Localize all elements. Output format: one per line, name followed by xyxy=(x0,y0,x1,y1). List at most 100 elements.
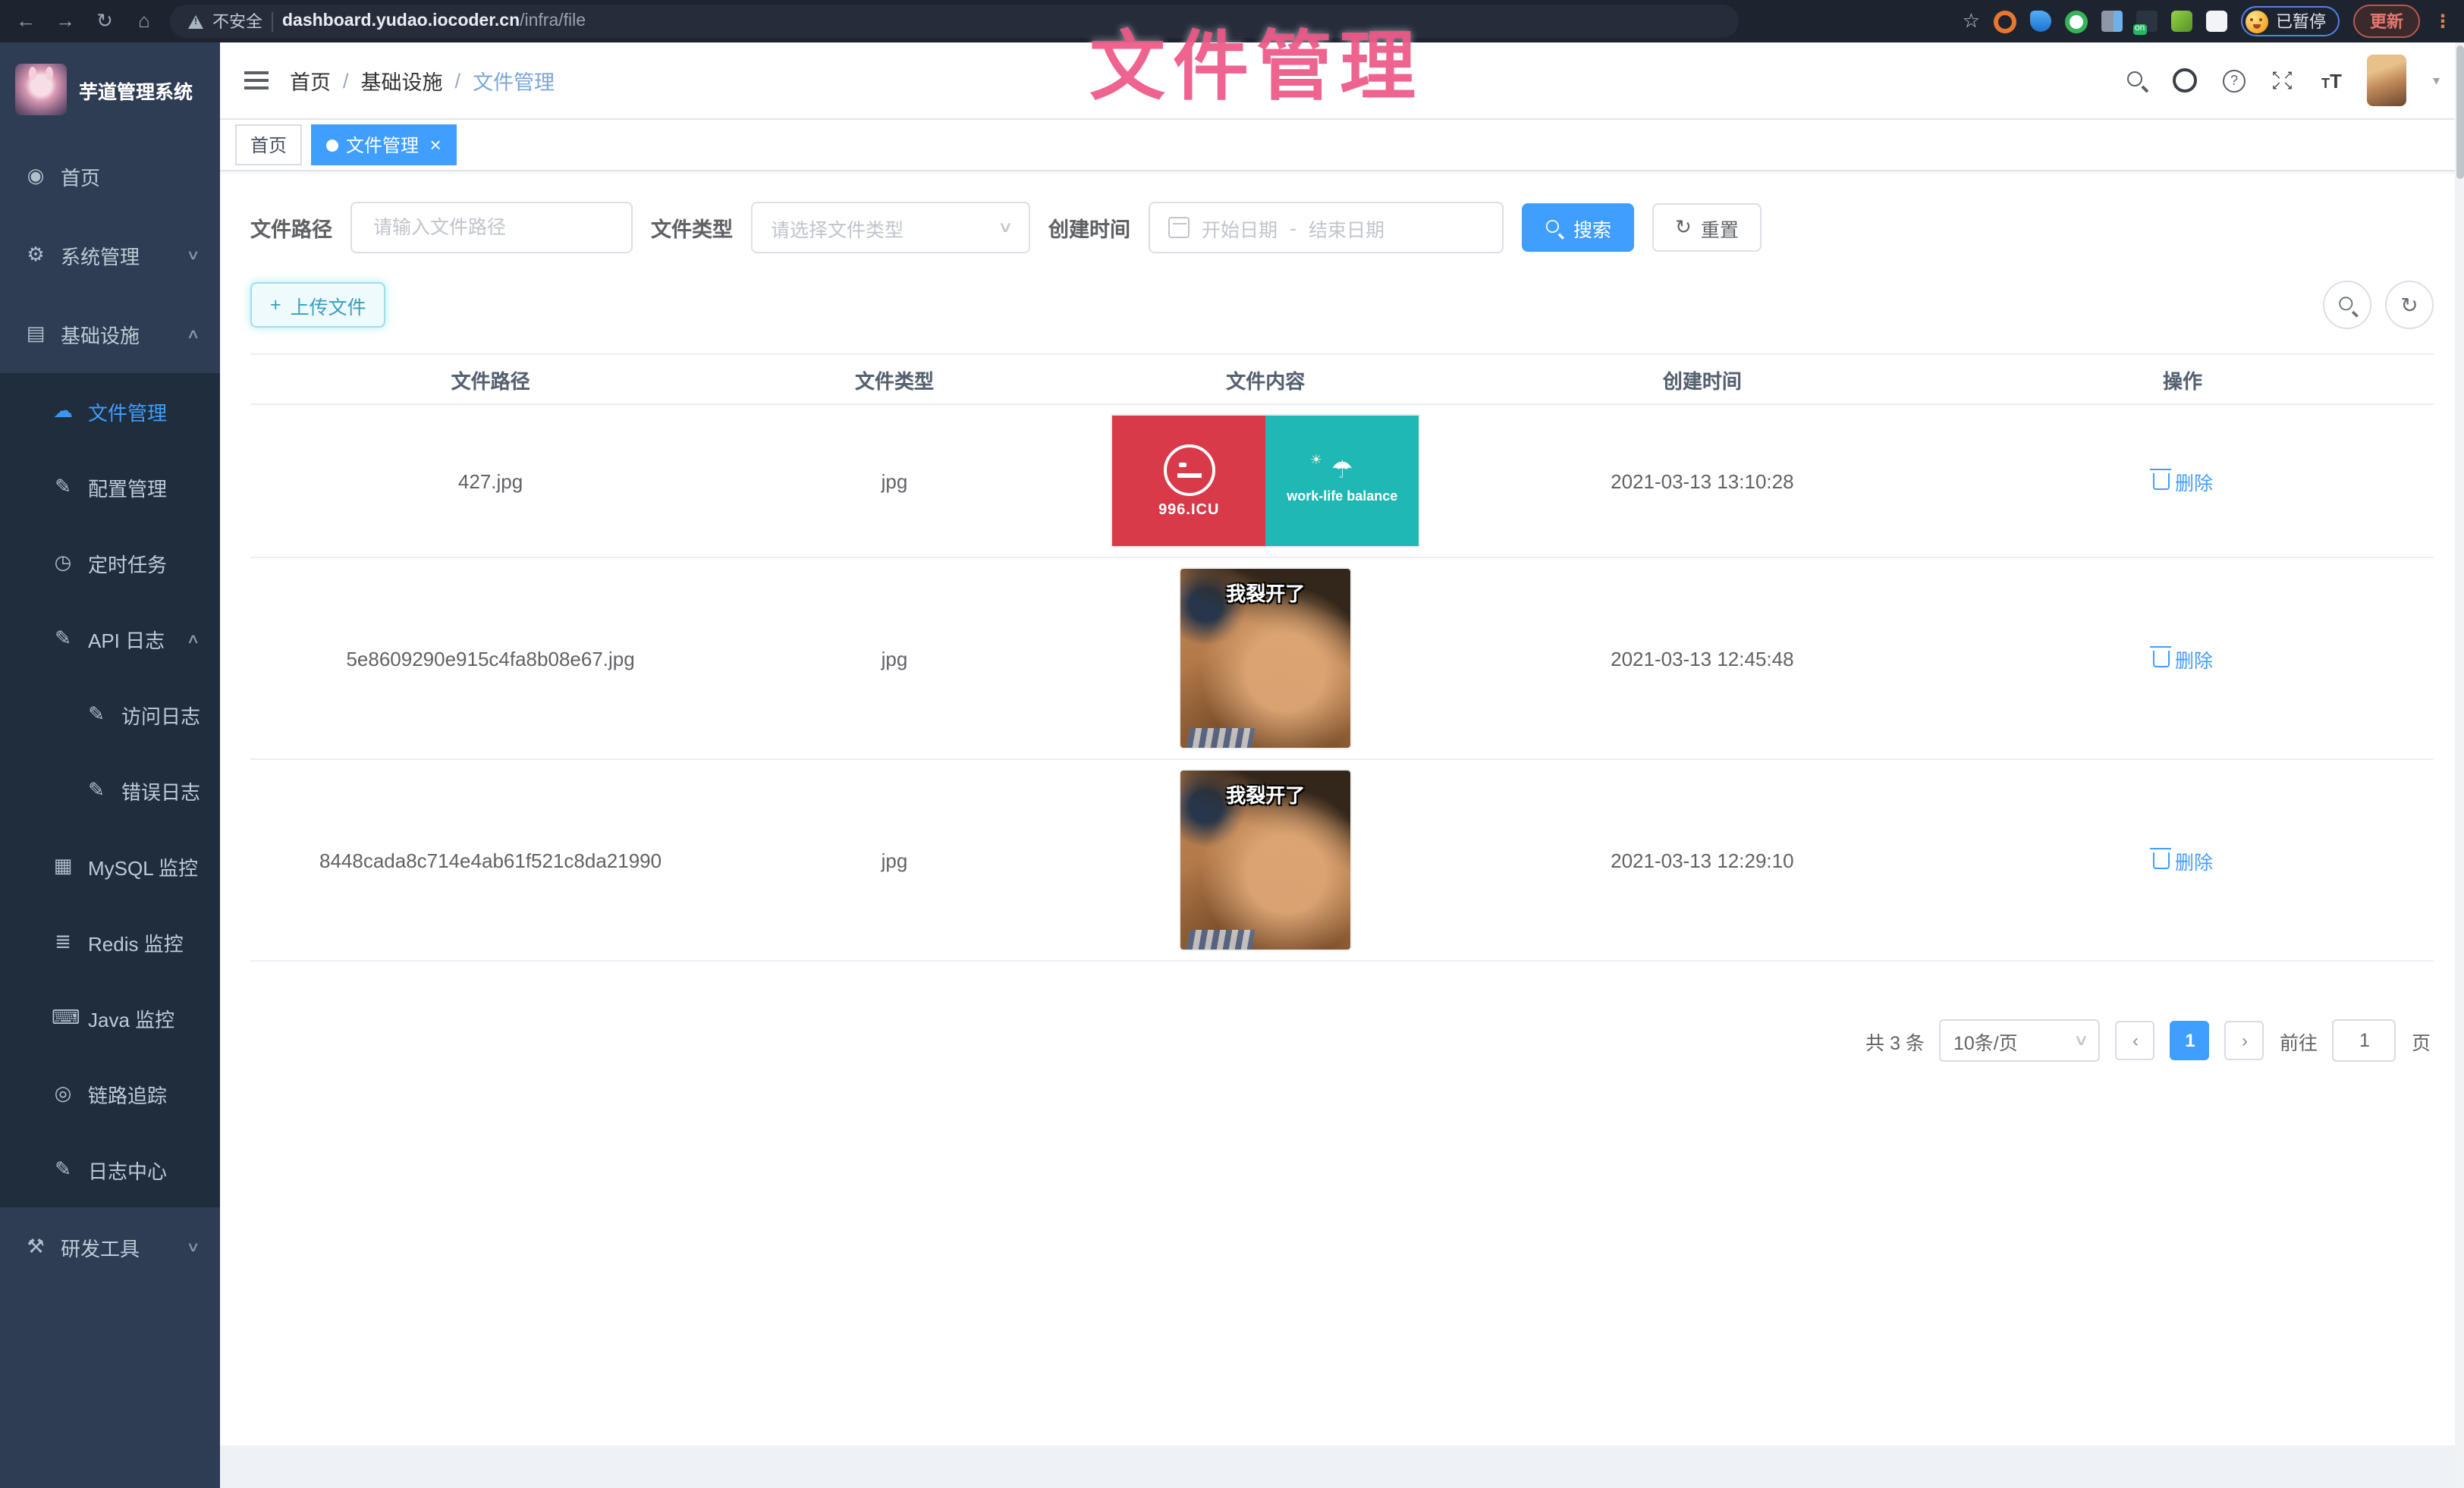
show-search-button[interactable] xyxy=(2323,281,2371,329)
sidebar-item-redis-monitor[interactable]: ≣Redis 监控 xyxy=(0,904,220,980)
screen: ← → ↻ ⌂ ! 不安全 dashboard.yudao.iocoder.cn… xyxy=(0,0,2464,1488)
col-file-type: 文件类型 xyxy=(731,354,1058,404)
view-tag[interactable]: 文件管理× xyxy=(311,124,456,165)
sidebar-menu: ◉首页⚙系统管理∨▤基础设施∧☁文件管理✎配置管理◷定时任务✎API 日志∧✎访… xyxy=(0,137,220,1488)
delete-label: 删除 xyxy=(2175,644,2213,673)
delete-button[interactable]: 删除 xyxy=(2152,466,2213,495)
browser-chrome: ← → ↻ ⌂ ! 不安全 dashboard.yudao.iocoder.cn… xyxy=(0,0,2464,42)
close-icon[interactable]: × xyxy=(429,135,441,155)
prev-page-button[interactable]: ‹ xyxy=(2116,1021,2155,1060)
sidebar-item-config-manage[interactable]: ✎配置管理 xyxy=(0,449,220,525)
calendar-icon xyxy=(1168,217,1190,238)
hamburger-icon[interactable] xyxy=(244,71,269,89)
col-create-time: 创建时间 xyxy=(1473,354,1931,404)
sidebar-item-api-log[interactable]: ✎API 日志∧ xyxy=(0,601,220,677)
extension-icon-green-ring[interactable] xyxy=(2065,10,2088,33)
file-preview-banner[interactable]: 996.ICU ☂☀ work-life balance xyxy=(1112,416,1419,546)
user-avatar[interactable] xyxy=(2368,55,2407,106)
extension-icon-blue-drop[interactable] xyxy=(2030,11,2051,32)
delete-button[interactable]: 删除 xyxy=(2152,846,2213,874)
cell-file-path: 5e8609290e915c4fa8b08e67.jpg xyxy=(250,557,731,759)
scrollbar-thumb[interactable] xyxy=(2456,46,2463,179)
file-type-placeholder: 请选择文件类型 xyxy=(771,213,904,242)
search-icon[interactable] xyxy=(2127,71,2147,90)
extension-icon-grid[interactable] xyxy=(2101,11,2123,32)
sidebar-item-system[interactable]: ⚙系统管理∨ xyxy=(0,215,220,294)
breadcrumb-item[interactable]: 基础设施 xyxy=(361,65,443,96)
profile-paused-chip[interactable]: 已暂停 xyxy=(2241,6,2340,36)
upload-file-button[interactable]: + 上传文件 xyxy=(250,282,386,328)
browser-reload-button[interactable]: ↻ xyxy=(91,0,118,42)
browser-home-button[interactable]: ⌂ xyxy=(130,0,158,42)
date-range-picker[interactable]: 开始日期 - 结束日期 xyxy=(1149,202,1504,253)
top-navbar: 首页/基础设施/文件管理 ? ↖↗↙↘ TT ▾ xyxy=(220,42,2464,120)
file-preview-meme[interactable]: 我裂开了 xyxy=(1180,771,1350,950)
tools-icon: ⚒ xyxy=(24,1235,47,1259)
sidebar-item-label: 首页 xyxy=(61,162,100,190)
refresh-table-button[interactable]: ↻ xyxy=(2385,281,2434,329)
sidebar-item-infra[interactable]: ▤基础设施∧ xyxy=(0,294,220,373)
breadcrumb-separator: / xyxy=(455,69,461,92)
fullscreen-icon[interactable]: ↖↗↙↘ xyxy=(2271,70,2296,91)
browser-update-button[interactable]: 更新 xyxy=(2353,5,2420,38)
search-button[interactable]: 搜索 xyxy=(1522,203,1634,252)
view-tag[interactable]: 首页 xyxy=(235,124,302,165)
sidebar-item-cron-job[interactable]: ◷定时任务 xyxy=(0,525,220,601)
sidebar-item-devtools[interactable]: ⚒研发工具∨ xyxy=(0,1207,220,1286)
address-divider xyxy=(272,11,273,31)
navbar-actions: ? ↖↗↙↘ TT ▾ xyxy=(2127,55,2440,106)
address-bar[interactable]: ! 不安全 dashboard.yudao.iocoder.cn/infra/f… xyxy=(170,5,1739,38)
beach-umbrella-icon: ☂☀ xyxy=(1331,459,1353,483)
table-toolbar: + 上传文件 ↻ xyxy=(250,281,2434,329)
sidebar-item-tracing[interactable]: ◎链路追踪 xyxy=(0,1056,220,1132)
col-file-content: 文件内容 xyxy=(1058,354,1473,404)
sidebar-logo[interactable]: 芋道管理系统 xyxy=(0,42,220,137)
sidebar-item-file-manage[interactable]: ☁文件管理 xyxy=(0,373,220,449)
refresh-icon: ↻ xyxy=(1675,215,1692,240)
github-icon[interactable] xyxy=(2173,68,2197,93)
extensions-puzzle-icon[interactable] xyxy=(2206,11,2227,32)
table-row: 427.jpgjpg996.ICU☂☀work-life balance2021… xyxy=(250,404,2434,557)
extension-icon-leaf[interactable] xyxy=(2171,11,2192,32)
breadcrumb-separator: / xyxy=(343,69,349,92)
extension-icon-switch[interactable]: on xyxy=(2136,11,2158,32)
delete-button[interactable]: 删除 xyxy=(2152,644,2213,673)
browser-forward-button[interactable]: → xyxy=(52,0,79,42)
file-type-select[interactable]: 请选择文件类型 ∨ xyxy=(751,202,1030,253)
log-icon: ✎ xyxy=(52,1157,74,1182)
help-icon[interactable]: ? xyxy=(2223,69,2246,92)
page-scrollbar[interactable] xyxy=(2455,42,2464,1488)
page-url[interactable]: dashboard.yudao.iocoder.cn/infra/file xyxy=(282,12,586,30)
sidebar-item-access-log[interactable]: ✎访问日志 xyxy=(0,677,220,752)
file-preview-meme[interactable]: 我裂开了 xyxy=(1180,569,1350,748)
chevron-down-icon: ∨ xyxy=(187,1238,200,1255)
sidebar-item-java-monitor[interactable]: ⌨Java 监控 xyxy=(0,980,220,1056)
create-time-label: 创建时间 xyxy=(1048,212,1130,243)
extension-icon-orange[interactable] xyxy=(1994,10,2016,33)
banner-right-panel: ☂☀ work-life balance xyxy=(1265,416,1419,546)
banner-left-text: 996.ICU xyxy=(1158,501,1219,518)
sidebar-item-mysql-monitor[interactable]: ▦MySQL 监控 xyxy=(0,828,220,904)
bookmark-star-icon[interactable]: ☆ xyxy=(1963,9,1980,33)
breadcrumb-item[interactable]: 首页 xyxy=(290,65,331,96)
page-content: 文件路径 文件类型 请选择文件类型 ∨ 创建时间 开始日期 - 结束日期 xyxy=(220,171,2464,1446)
profile-emoji-avatar xyxy=(2246,10,2268,33)
current-page-button[interactable]: 1 xyxy=(2170,1021,2210,1060)
sidebar-item-home[interactable]: ◉首页 xyxy=(0,137,220,215)
footer-strip xyxy=(220,1446,2464,1488)
reset-button[interactable]: ↻ 重置 xyxy=(1652,203,1762,252)
banner-right-text: work-life balance xyxy=(1287,488,1397,503)
browser-back-button[interactable]: ← xyxy=(12,0,39,42)
sidebar-item-error-log[interactable]: ✎错误日志 xyxy=(0,752,220,828)
next-page-button[interactable]: › xyxy=(2225,1021,2264,1060)
browser-menu-icon[interactable]: ⋮ xyxy=(2434,11,2452,32)
sidebar-item-label: 错误日志 xyxy=(121,776,200,805)
chevron-down-icon[interactable]: ▾ xyxy=(2433,72,2440,89)
file-path-input[interactable] xyxy=(370,215,613,240)
font-size-icon[interactable]: TT xyxy=(2321,69,2342,92)
sidebar-item-log-center[interactable]: ✎日志中心 xyxy=(0,1132,220,1207)
browser-toolbar-right: ☆ on 已暂停 更新 ⋮ xyxy=(1963,5,2452,38)
security-label[interactable]: 不安全 xyxy=(212,9,262,33)
page-size-select[interactable]: 10条/页 ∨ xyxy=(1940,1019,2101,1062)
goto-page-input[interactable] xyxy=(2333,1019,2396,1062)
